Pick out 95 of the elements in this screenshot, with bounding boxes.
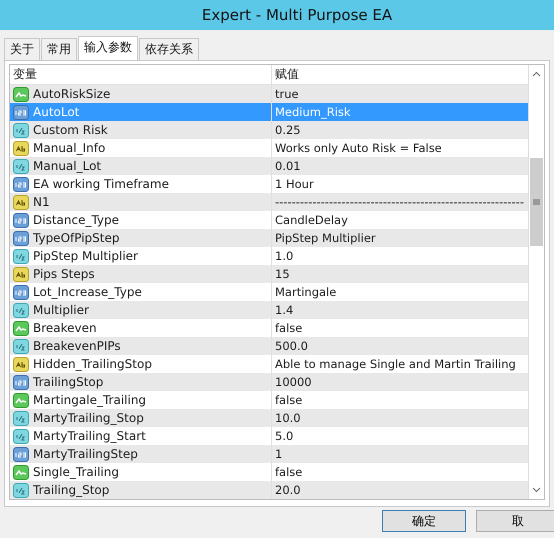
- parameter-name: N1: [33, 195, 50, 209]
- table-row[interactable]: TypeOfPipStep PipStep Multiplier: [10, 229, 528, 247]
- string-type-icon: [13, 140, 29, 156]
- parameter-name: Martingale_Trailing: [33, 393, 146, 407]
- parameter-value: false: [274, 321, 304, 335]
- parameter-name: Trailing_Stop: [33, 483, 110, 497]
- tab[interactable]: 输入参数: [78, 36, 138, 60]
- parameter-name: TrailingStop: [33, 375, 104, 389]
- parameter-name: Single_Trailing: [33, 465, 119, 479]
- enum-type-icon: [13, 446, 29, 462]
- parameter-name: Lot_Increase_Type: [33, 285, 142, 299]
- column-header[interactable]: 变量: [10, 65, 272, 84]
- cancel-button[interactable]: 取: [476, 510, 554, 532]
- parameter-value: 0.01: [274, 159, 302, 173]
- parameter-value: 10000: [274, 375, 313, 389]
- enum-type-icon: [13, 104, 29, 120]
- double-type-icon: [13, 410, 29, 426]
- string-type-icon: [13, 194, 29, 210]
- column-header[interactable]: 赋值: [272, 66, 528, 83]
- table-row[interactable]: BreakevenPIPs 500.0: [10, 337, 528, 355]
- table-row[interactable]: Pips Steps 15: [10, 265, 528, 283]
- scroll-down-icon[interactable]: [532, 487, 541, 493]
- scroll-thumb[interactable]: [530, 158, 543, 246]
- double-type-icon: [13, 338, 29, 354]
- parameter-value: 0.25: [274, 123, 302, 137]
- parameter-value: Able to manage Single and Martin Trailing: [274, 357, 517, 371]
- parameter-name: MartyTrailing_Start: [33, 429, 146, 443]
- parameter-value: Works only Auto Risk = False: [274, 141, 443, 155]
- table-row[interactable]: TrailingStop 10000: [10, 373, 528, 391]
- table-row[interactable]: Multiplier 1.4: [10, 301, 528, 319]
- parameter-name: Multiplier: [33, 303, 89, 317]
- window-title: Expert - Multi Purpose EA: [200, 6, 392, 24]
- table-row[interactable]: MartyTrailingStep 1: [10, 445, 528, 463]
- parameter-value: 10.0: [274, 411, 302, 425]
- parameter-value: 500.0: [274, 339, 309, 353]
- table-row[interactable]: AutoRiskSize true: [10, 85, 528, 103]
- parameter-value: 1.0: [274, 249, 294, 263]
- parameter-name: Manual_Info: [33, 141, 106, 155]
- tab[interactable]: 依存关系: [139, 38, 199, 60]
- double-type-icon: [13, 158, 29, 174]
- bool-type-icon: [13, 464, 29, 480]
- bool-type-icon: [13, 392, 29, 408]
- parameter-name: PipStep Multiplier: [33, 249, 138, 263]
- enum-type-icon: [13, 284, 29, 300]
- parameter-value: 15: [274, 267, 291, 281]
- parameter-name: TypeOfPipStep: [33, 231, 120, 245]
- tab[interactable]: 关于: [4, 38, 40, 60]
- double-type-icon: [13, 122, 29, 138]
- tab[interactable]: 常用: [41, 38, 77, 60]
- parameter-value: PipStep Multiplier: [274, 231, 377, 245]
- enum-type-icon: [13, 212, 29, 228]
- parameter-name: MartyTrailing_Stop: [33, 411, 144, 425]
- parameter-value: 1.4: [274, 303, 294, 317]
- ok-button[interactable]: 确定: [382, 510, 466, 532]
- scroll-up-icon[interactable]: [532, 71, 541, 77]
- parameter-value: Martingale: [274, 285, 338, 299]
- parameter-value: false: [274, 393, 304, 407]
- table-row[interactable]: Custom Risk 0.25: [10, 121, 528, 139]
- parameter-value: true: [274, 87, 300, 101]
- parameter-value: 20.0: [274, 483, 302, 497]
- table-row[interactable]: Manual_Lot 0.01: [10, 157, 528, 175]
- table-row[interactable]: N1 ------------------------------------------------------------: [10, 193, 528, 211]
- parameter-value: ------------------------------------------------------------: [274, 195, 525, 209]
- parameter-name: BreakevenPIPs: [33, 339, 121, 353]
- parameter-name: Manual_Lot: [33, 159, 102, 173]
- double-type-icon: [13, 428, 29, 444]
- parameter-name: Breakeven: [33, 321, 97, 335]
- parameter-name: MartyTrailingStep: [33, 447, 138, 461]
- enum-type-icon: [13, 230, 29, 246]
- parameter-name: AutoLot: [33, 105, 80, 119]
- parameter-name: EA working Timeframe: [33, 177, 169, 191]
- parameter-value: false: [274, 465, 304, 479]
- parameter-name: AutoRiskSize: [33, 87, 110, 101]
- double-type-icon: [13, 248, 29, 264]
- table-row[interactable]: Trailing_Stop 20.0: [10, 481, 528, 499]
- parameter-value: CandleDelay: [274, 213, 349, 227]
- bool-type-icon: [13, 320, 29, 336]
- parameter-name: Hidden_TrailingStop: [33, 357, 152, 371]
- grip-icon: [533, 199, 540, 205]
- parameter-value: Medium_Risk: [274, 105, 352, 119]
- parameter-name: Pips Steps: [33, 267, 95, 281]
- bool-type-icon: [13, 86, 29, 102]
- enum-type-icon: [13, 374, 29, 390]
- table-row[interactable]: MartyTrailing_Stop 10.0: [10, 409, 528, 427]
- string-type-icon: [13, 356, 29, 372]
- parameter-value: 5.0: [274, 429, 294, 443]
- string-type-icon: [13, 266, 29, 282]
- enum-type-icon: [13, 176, 29, 192]
- double-type-icon: [13, 482, 29, 498]
- parameter-name: Custom Risk: [33, 123, 108, 137]
- double-type-icon: [13, 302, 29, 318]
- parameter-name: Distance_Type: [33, 213, 120, 227]
- parameter-value: 1 Hour: [274, 177, 315, 191]
- scrollbar[interactable]: [528, 65, 544, 499]
- parameter-value: 1: [274, 447, 284, 461]
